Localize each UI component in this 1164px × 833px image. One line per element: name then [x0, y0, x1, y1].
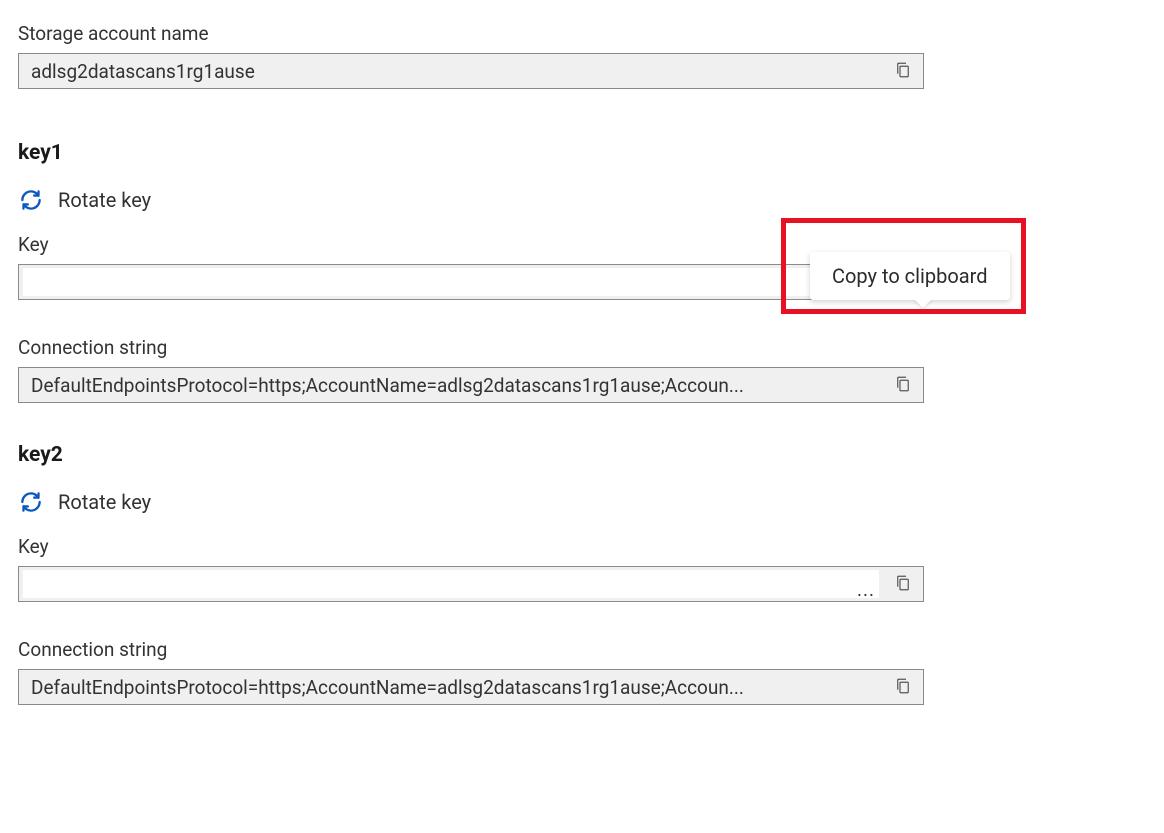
key1-conn-label: Connection string	[18, 336, 1146, 359]
key2-conn-copy-button[interactable]	[883, 670, 923, 704]
storage-account-copy-button[interactable]	[883, 54, 923, 88]
key1-rotate-row[interactable]: Rotate key	[18, 187, 1146, 213]
key1-key-value[interactable]: ...	[19, 265, 883, 299]
storage-account-label: Storage account name	[18, 22, 1146, 45]
key2-heading: key2	[18, 443, 1146, 467]
key2-conn-field: DefaultEndpointsProtocol=https;AccountNa…	[18, 669, 924, 705]
copy-icon	[894, 60, 912, 83]
key2-key-copy-button[interactable]	[883, 567, 923, 601]
copy-icon	[894, 573, 912, 596]
key1-conn-value[interactable]: DefaultEndpointsProtocol=https;AccountNa…	[19, 368, 883, 402]
key1-key-field: ...	[18, 264, 924, 300]
storage-account-field: adlsg2datascans1rg1ause	[18, 53, 924, 89]
storage-account-value[interactable]: adlsg2datascans1rg1ause	[19, 54, 883, 88]
key2-rotate-row[interactable]: Rotate key	[18, 489, 1146, 515]
rotate-icon	[18, 489, 44, 515]
rotate-icon	[18, 187, 44, 213]
key1-conn-field: DefaultEndpointsProtocol=https;AccountNa…	[18, 367, 924, 403]
key2-key-label: Key	[18, 535, 1146, 558]
copy-icon	[894, 676, 912, 699]
key1-conn-copy-button[interactable]	[883, 368, 923, 402]
key2-conn-label: Connection string	[18, 638, 1146, 661]
copy-tooltip: Copy to clipboard	[810, 252, 1010, 300]
key1-heading: key1	[18, 141, 1146, 165]
key2-conn-value[interactable]: DefaultEndpointsProtocol=https;AccountNa…	[19, 670, 883, 704]
key2-key-value[interactable]: ...	[19, 567, 883, 601]
key2-key-field: ...	[18, 566, 924, 602]
key1-rotate-label: Rotate key	[58, 188, 151, 212]
ellipsis-icon: ...	[857, 583, 875, 597]
copy-icon	[894, 374, 912, 397]
key2-rotate-label: Rotate key	[58, 490, 151, 514]
